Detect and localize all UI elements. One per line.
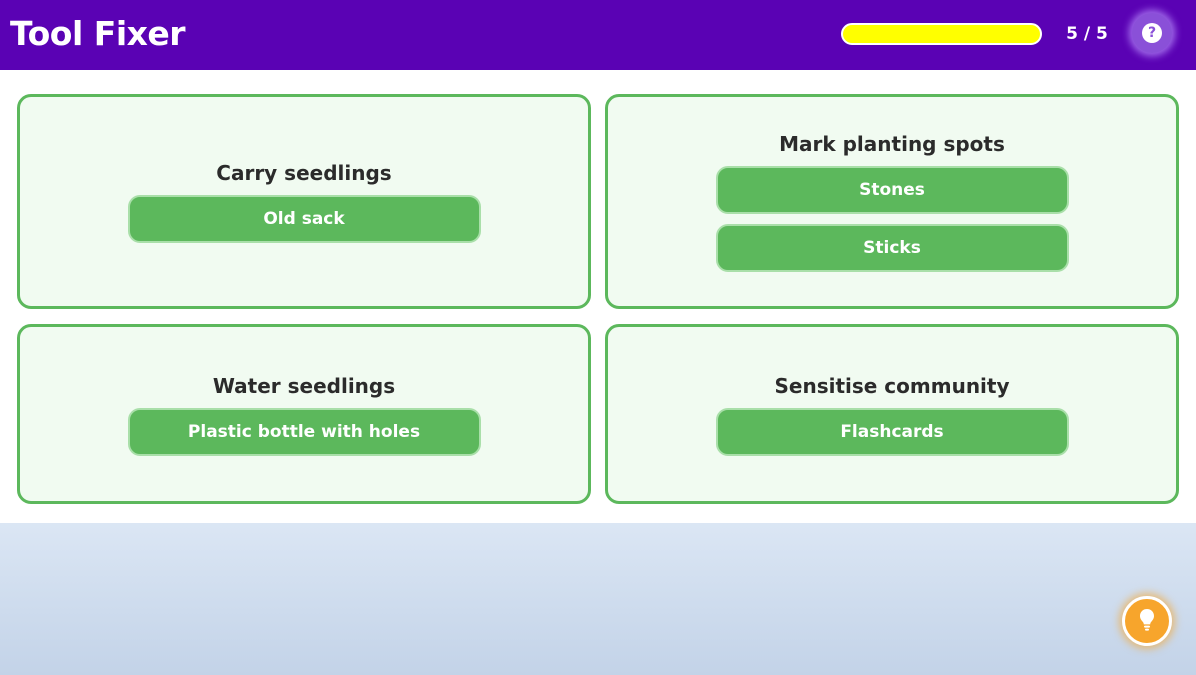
task-title: Sensitise community bbox=[774, 373, 1010, 398]
task-card-water-seedlings: Water seedlings Plastic bottle with hole… bbox=[17, 324, 591, 504]
tool-button-stones[interactable]: Stones bbox=[715, 166, 1069, 214]
task-title: Water seedlings bbox=[212, 373, 396, 398]
tool-button-sticks[interactable]: Sticks bbox=[715, 224, 1069, 272]
tool-button-flashcards[interactable]: Flashcards bbox=[715, 407, 1069, 456]
task-card-mark-planting-spots: Mark planting spots Stones Sticks bbox=[605, 94, 1179, 309]
progress-fill bbox=[843, 25, 1040, 43]
task-title: Carry seedlings bbox=[216, 161, 392, 185]
progress-counter: 5 / 5 bbox=[1066, 24, 1108, 44]
lightbulb-icon bbox=[1140, 609, 1154, 631]
question-icon: ? bbox=[1142, 23, 1162, 43]
help-button[interactable]: ? bbox=[1132, 13, 1172, 53]
progress-bar bbox=[841, 23, 1042, 45]
footer-area bbox=[0, 523, 1196, 675]
top-bar: Tool Fixer 5 / 5 ? bbox=[0, 0, 1196, 70]
task-card-sensitise-community: Sensitise community Flashcards bbox=[605, 324, 1179, 504]
task-card-carry-seedlings: Carry seedlings Old sack bbox=[17, 94, 591, 309]
task-title: Mark planting spots bbox=[779, 132, 1005, 156]
hint-button[interactable] bbox=[1122, 596, 1172, 646]
tool-button-plastic-bottle[interactable]: Plastic bottle with holes bbox=[127, 407, 481, 456]
tool-button-old-sack[interactable]: Old sack bbox=[127, 195, 481, 243]
app-title: Tool Fixer bbox=[10, 14, 186, 53]
